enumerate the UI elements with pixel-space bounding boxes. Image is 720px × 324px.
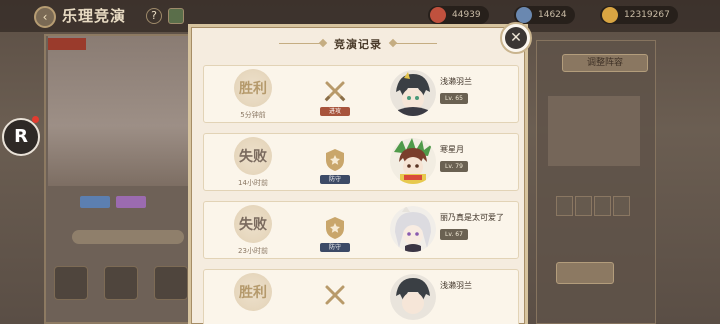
- squad-slot: [575, 196, 592, 216]
- tag-badge: [80, 196, 110, 208]
- crossed-swords-icon: [324, 81, 346, 102]
- gold-coin-icon: [602, 7, 618, 23]
- player-level: Lv. 79: [440, 161, 468, 172]
- player-level: Lv. 65: [440, 93, 468, 104]
- record-time: 14小时前: [238, 179, 268, 187]
- squad-slot: [556, 196, 573, 216]
- result-badge: 失败: [218, 205, 288, 245]
- result-badge: 胜利: [218, 69, 288, 109]
- result-badge: 胜利: [218, 273, 288, 313]
- mode-label: 防守: [320, 175, 350, 184]
- record-row: 失败 23小时前 防守 丽乃真是太可爱了 Lv. 67: [203, 201, 519, 259]
- help-button[interactable]: ?: [146, 8, 162, 24]
- squad-slot: [613, 196, 630, 216]
- result-label: 胜利: [239, 285, 267, 301]
- notification-dot: [32, 116, 39, 123]
- player-name: 浅濑羽兰: [440, 281, 472, 290]
- bottom-menu-icon[interactable]: [54, 266, 88, 300]
- player-level: Lv. 67: [440, 229, 468, 240]
- bottom-menu-icon[interactable]: [154, 266, 188, 300]
- resource-coins: 12319267: [600, 6, 678, 24]
- player-name: 丽乃真是太可爱了: [440, 213, 504, 222]
- result-label: 胜利: [239, 81, 267, 97]
- resource-crystals: 14624: [514, 6, 575, 24]
- dialog-header: 竞演记录: [191, 33, 525, 53]
- squad-slot: [594, 196, 611, 216]
- record-time: 5分钟前: [240, 111, 266, 119]
- settings-button[interactable]: [168, 8, 184, 24]
- record-row: 胜利 5分钟前 进攻 浅濑羽兰 Lv. 65: [203, 65, 519, 123]
- mode-label: 进攻: [320, 107, 350, 116]
- player-avatar[interactable]: [390, 70, 436, 116]
- record-time: 23小时前: [238, 247, 268, 255]
- opponent-card: [548, 96, 640, 166]
- mode-label: 防守: [320, 243, 350, 252]
- red-gem-icon: [430, 7, 446, 23]
- resource-gems: 44939: [428, 6, 489, 24]
- character-portrait: [48, 36, 188, 186]
- resource-value: 44939: [452, 10, 481, 20]
- dialog-title: 竞演记录: [334, 38, 382, 51]
- background-pill: [72, 230, 184, 244]
- bottom-menu-icon[interactable]: [104, 266, 138, 300]
- result-badge: 失败: [218, 137, 288, 177]
- shield-icon: [326, 217, 344, 239]
- close-button[interactable]: ✕: [500, 22, 532, 54]
- battle-records-dialog: 竞演记录 胜利 5分钟前 进攻 浅濑羽兰 Lv. 65 失败 14小时前 防守 …: [188, 24, 528, 324]
- adjust-lineup-button[interactable]: 调整阵容: [562, 54, 648, 72]
- player-avatar[interactable]: [390, 274, 436, 320]
- record-row: 胜利 浅濑羽兰: [203, 269, 519, 324]
- crossed-swords-icon: [325, 285, 345, 305]
- player-name: 浅濑羽兰: [440, 77, 472, 86]
- floating-r-button[interactable]: R: [2, 118, 40, 156]
- tag-badge: [116, 196, 146, 208]
- player-avatar[interactable]: [390, 206, 436, 252]
- challenge-button[interactable]: [556, 262, 614, 284]
- ornament-right: [393, 43, 438, 44]
- resource-value: 14624: [538, 10, 567, 20]
- player-name: 寒星月: [440, 145, 464, 154]
- ornament-left: [278, 43, 323, 44]
- result-label: 失败: [239, 217, 267, 233]
- result-label: 失败: [239, 149, 267, 165]
- record-row: 失败 14小时前 防守 寒星月 Lv. 79: [203, 133, 519, 191]
- shield-icon: [326, 149, 344, 171]
- screen-title: 乐理竞演: [62, 7, 127, 25]
- player-avatar[interactable]: [390, 138, 436, 184]
- event-tag: [48, 38, 86, 50]
- resource-value: 12319267: [624, 10, 670, 20]
- blue-crystal-icon: [516, 7, 532, 23]
- back-button[interactable]: ‹: [34, 6, 56, 28]
- close-icon: ✕: [505, 27, 527, 49]
